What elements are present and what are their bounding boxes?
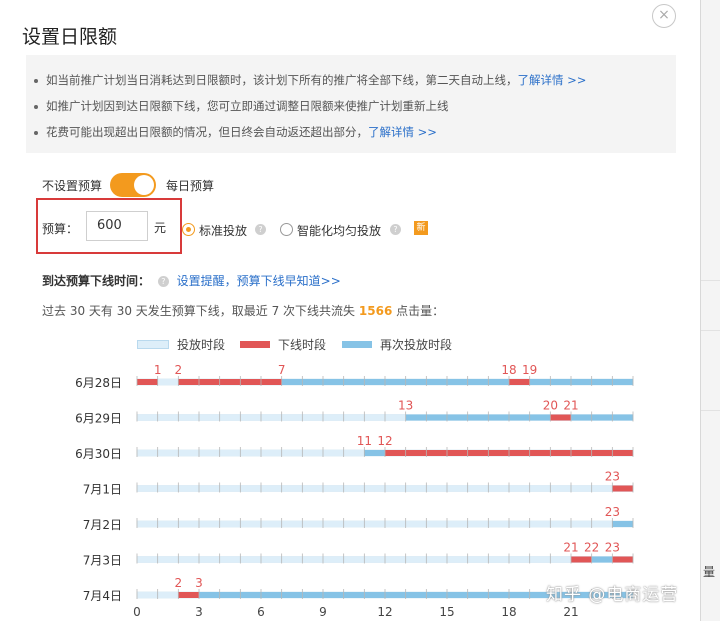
offline-marker-label: 13 [398, 399, 413, 413]
offline-marker-label: 11 [357, 434, 372, 448]
divider [701, 330, 720, 331]
offline-marker-label: 19 [522, 363, 537, 377]
background-text-fragment: 量 [703, 565, 716, 579]
x-tick-label: 6 [257, 605, 265, 619]
x-tick-label: 0 [133, 605, 141, 619]
row-date-label: 7月1日 [83, 483, 122, 497]
row-date-label: 6月30日 [75, 447, 122, 461]
divider [701, 280, 720, 281]
x-tick-label: 9 [319, 605, 327, 619]
offline-marker-label: 18 [501, 363, 516, 377]
timeline-segment-again [571, 414, 633, 421]
offline-marker-label: 7 [278, 363, 286, 377]
x-tick-label: 3 [195, 605, 203, 619]
offline-marker-label: 23 [605, 505, 620, 519]
row-date-label: 6月28日 [75, 376, 122, 390]
offline-marker-label: 2 [175, 363, 183, 377]
timeline-segment-again [591, 556, 613, 563]
row-date-label: 7月4日 [83, 589, 122, 603]
timeline-segment-again [529, 379, 633, 385]
offline-marker-label: 22 [584, 541, 599, 555]
timeline-segment-again [405, 414, 551, 421]
timeline-segment-on [137, 556, 571, 563]
offline-marker-label: 20 [543, 399, 558, 413]
timeline-segment-on [137, 450, 365, 456]
x-tick-label: 21 [563, 605, 578, 619]
offline-marker-label: 23 [605, 541, 620, 555]
timeline-segment-offline [571, 556, 592, 563]
timeline-segment-on [137, 521, 613, 527]
offline-marker-label: 21 [563, 399, 578, 413]
offline-marker-label: 23 [605, 470, 620, 484]
timeline-segment-again [364, 450, 385, 456]
x-tick-label: 12 [377, 605, 392, 619]
offline-marker-label: 21 [563, 541, 578, 555]
timeline-segment-offline [178, 379, 282, 385]
x-tick-label: 15 [439, 605, 454, 619]
daily-budget-dialog: 设置日限额 × 如当前推广计划当日消耗达到日限额时，该计划下所有的推广将全部下线… [0, 0, 701, 621]
timeline-segment-on [137, 485, 613, 492]
timeline-segment-offline [550, 414, 571, 421]
timeline-segment-offline [178, 592, 199, 598]
row-date-label: 7月2日 [83, 518, 122, 532]
timeline-segment-on [137, 414, 406, 421]
timeline-segment-offline [612, 556, 633, 563]
x-tick-label: 18 [501, 605, 516, 619]
timeline-segment-offline [509, 379, 530, 385]
offline-marker-label: 2 [175, 576, 183, 590]
offline-marker-label: 1 [154, 363, 162, 377]
row-date-label: 7月3日 [83, 554, 122, 568]
timeline-segment-again [612, 521, 633, 527]
offline-marker-label: 12 [377, 434, 392, 448]
divider [701, 410, 720, 411]
timeline-segment-on [157, 379, 179, 385]
watermark: 知乎 @电商运营 [546, 585, 679, 605]
offline-timeline-chart: 6月28日1 2 7 18 196月29日13 20 216月30日11 127月1日237月… [75, 363, 634, 619]
offline-marker-label: 3 [195, 576, 203, 590]
timeline-segment-again [281, 379, 509, 385]
background-page-strip [701, 0, 720, 621]
row-date-label: 6月29日 [75, 412, 122, 426]
timeline-segment-offline [137, 379, 158, 385]
timeline-segment-offline [612, 485, 633, 492]
